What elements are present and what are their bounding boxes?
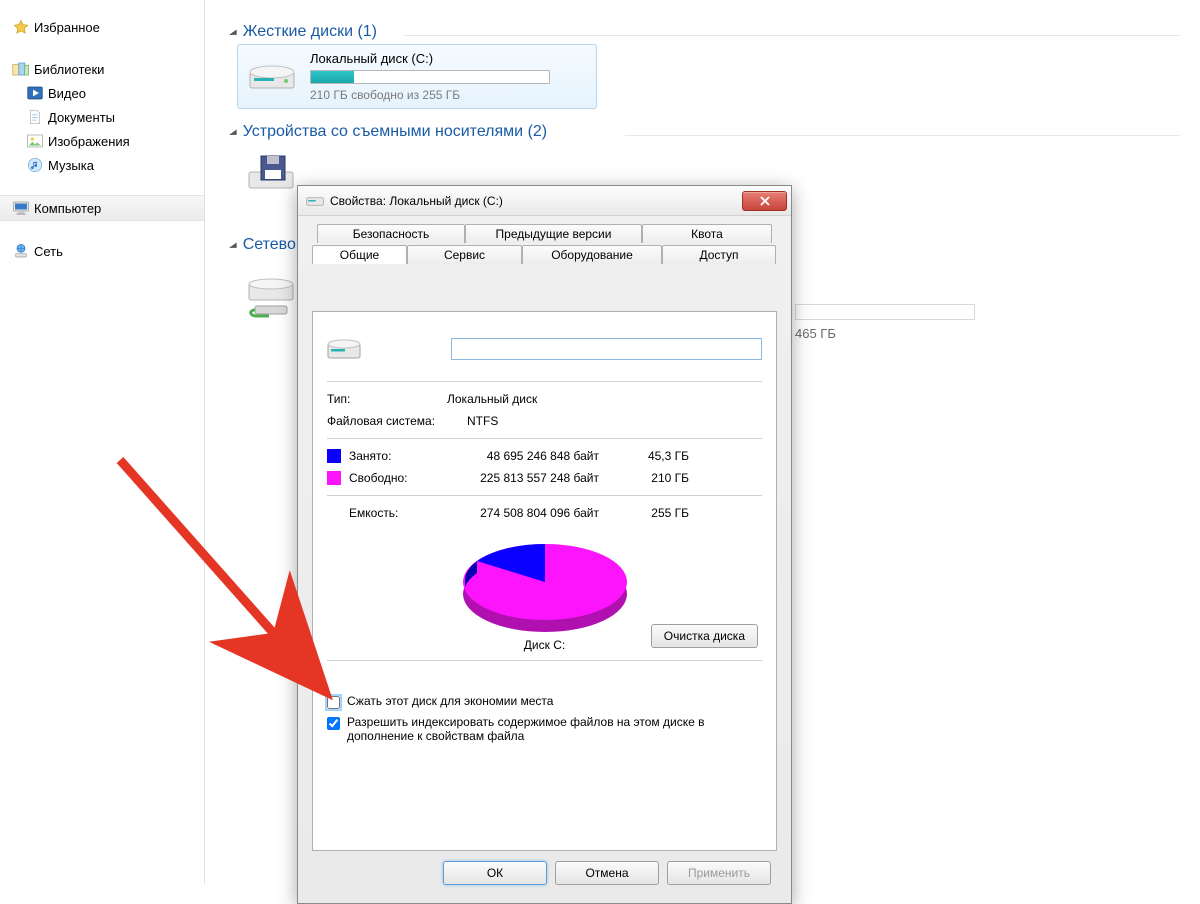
nav-music[interactable]: Музыка — [0, 153, 204, 177]
free-label: Свободно: — [349, 471, 439, 485]
used-bytes: 48 695 246 848 байт — [439, 449, 599, 463]
floppy-drive-icon — [241, 148, 301, 198]
ok-button[interactable]: ОК — [443, 861, 547, 885]
dialog-title: Свойства: Локальный диск (C:) — [330, 194, 742, 208]
drive-c-tile[interactable]: Локальный диск (C:) 210 ГБ свободно из 2… — [237, 44, 597, 109]
nav-network-label: Сеть — [34, 244, 63, 259]
volume-label-input[interactable] — [451, 338, 762, 360]
network-icon — [12, 242, 30, 260]
general-tab-panel: Тип: Локальный диск Файловая система: NT… — [312, 311, 777, 851]
nav-computer[interactable]: Компьютер — [0, 195, 204, 221]
tab-previous-versions[interactable]: Предыдущие версии — [465, 224, 642, 243]
nav-documents[interactable]: Документы — [0, 105, 204, 129]
drive-icon — [306, 193, 324, 209]
free-swatch — [327, 471, 341, 485]
drive-icon-large — [327, 334, 361, 363]
nav-libraries[interactable]: Библиотеки — [0, 57, 204, 81]
close-button[interactable] — [742, 191, 787, 211]
index-label: Разрешить индексировать содержимое файло… — [347, 715, 737, 743]
nav-computer-label: Компьютер — [34, 201, 101, 216]
tab-sharing[interactable]: Доступ — [662, 245, 776, 264]
navigation-pane: Избранное Библиотеки Видео Документы Изо… — [0, 0, 205, 884]
collapse-triangle-icon: ◢ — [229, 241, 237, 249]
used-label: Занято: — [349, 449, 439, 463]
tab-tools[interactable]: Сервис — [407, 245, 522, 264]
compress-checkbox[interactable] — [327, 696, 340, 709]
hard-drive-icon — [242, 49, 302, 99]
capacity-bytes: 274 508 804 096 байт — [439, 506, 599, 520]
network-drive-icon — [241, 272, 301, 322]
tab-hardware[interactable]: Оборудование — [522, 245, 662, 264]
section-removable[interactable]: ◢ Устройства со съемными носителями (2) — [229, 123, 1180, 141]
tab-quota[interactable]: Квота — [642, 224, 772, 243]
free-bytes: 225 813 557 248 байт — [439, 471, 599, 485]
tab-strip: Безопасность Предыдущие версии Квота Общ… — [312, 224, 777, 268]
video-icon — [26, 84, 44, 102]
usage-pie-chart — [450, 532, 640, 632]
filesystem-label: Файловая система: — [327, 414, 467, 428]
nav-favorites-label: Избранное — [34, 20, 100, 35]
disk-cleanup-button[interactable]: Очистка диска — [651, 624, 758, 648]
bg-free-fragment: 465 ГБ — [795, 326, 836, 341]
used-gb: 45,3 ГБ — [599, 449, 689, 463]
collapse-triangle-icon: ◢ — [229, 128, 237, 136]
capacity-label: Емкость: — [349, 506, 439, 520]
images-icon — [26, 132, 44, 150]
section-hard-drives[interactable]: ◢ Жесткие диски (1) — [229, 23, 1180, 41]
nav-video-label: Видео — [48, 86, 86, 101]
nav-images-label: Изображения — [48, 134, 130, 149]
nav-video[interactable]: Видео — [0, 81, 204, 105]
tab-security[interactable]: Безопасность — [317, 224, 465, 243]
star-icon — [12, 18, 30, 36]
tab-general[interactable]: Общие — [312, 245, 407, 264]
disk-properties-dialog: Свойства: Локальный диск (C:) Безопаснос… — [297, 185, 792, 904]
index-checkbox-row[interactable]: Разрешить индексировать содержимое файло… — [327, 712, 762, 746]
computer-icon — [12, 199, 30, 217]
music-icon — [26, 156, 44, 174]
apply-button[interactable]: Применить — [667, 861, 771, 885]
capacity-gb: 255 ГБ — [599, 506, 689, 520]
free-gb: 210 ГБ — [599, 471, 689, 485]
libraries-icon — [12, 60, 30, 78]
type-value: Локальный диск — [447, 392, 762, 406]
type-label: Тип: — [327, 392, 447, 406]
compress-label: Сжать этот диск для экономии места — [347, 694, 553, 708]
compress-checkbox-row[interactable]: Сжать этот диск для экономии места — [327, 691, 762, 712]
nav-favorites[interactable]: Избранное — [0, 15, 204, 39]
nav-libraries-label: Библиотеки — [34, 62, 104, 77]
nav-music-label: Музыка — [48, 158, 94, 173]
index-checkbox[interactable] — [327, 717, 340, 730]
documents-icon — [26, 108, 44, 126]
collapse-triangle-icon: ◢ — [229, 28, 237, 36]
cancel-button[interactable]: Отмена — [555, 861, 659, 885]
drive-c-usage-bar — [310, 70, 550, 84]
drive-c-name: Локальный диск (C:) — [310, 51, 584, 66]
nav-network[interactable]: Сеть — [0, 239, 204, 263]
used-swatch — [327, 449, 341, 463]
dialog-titlebar[interactable]: Свойства: Локальный диск (C:) — [298, 186, 791, 216]
bg-progress-fragment — [795, 304, 975, 320]
nav-documents-label: Документы — [48, 110, 115, 125]
filesystem-value: NTFS — [467, 414, 762, 428]
drive-c-free-text: 210 ГБ свободно из 255 ГБ — [310, 88, 584, 102]
nav-images[interactable]: Изображения — [0, 129, 204, 153]
